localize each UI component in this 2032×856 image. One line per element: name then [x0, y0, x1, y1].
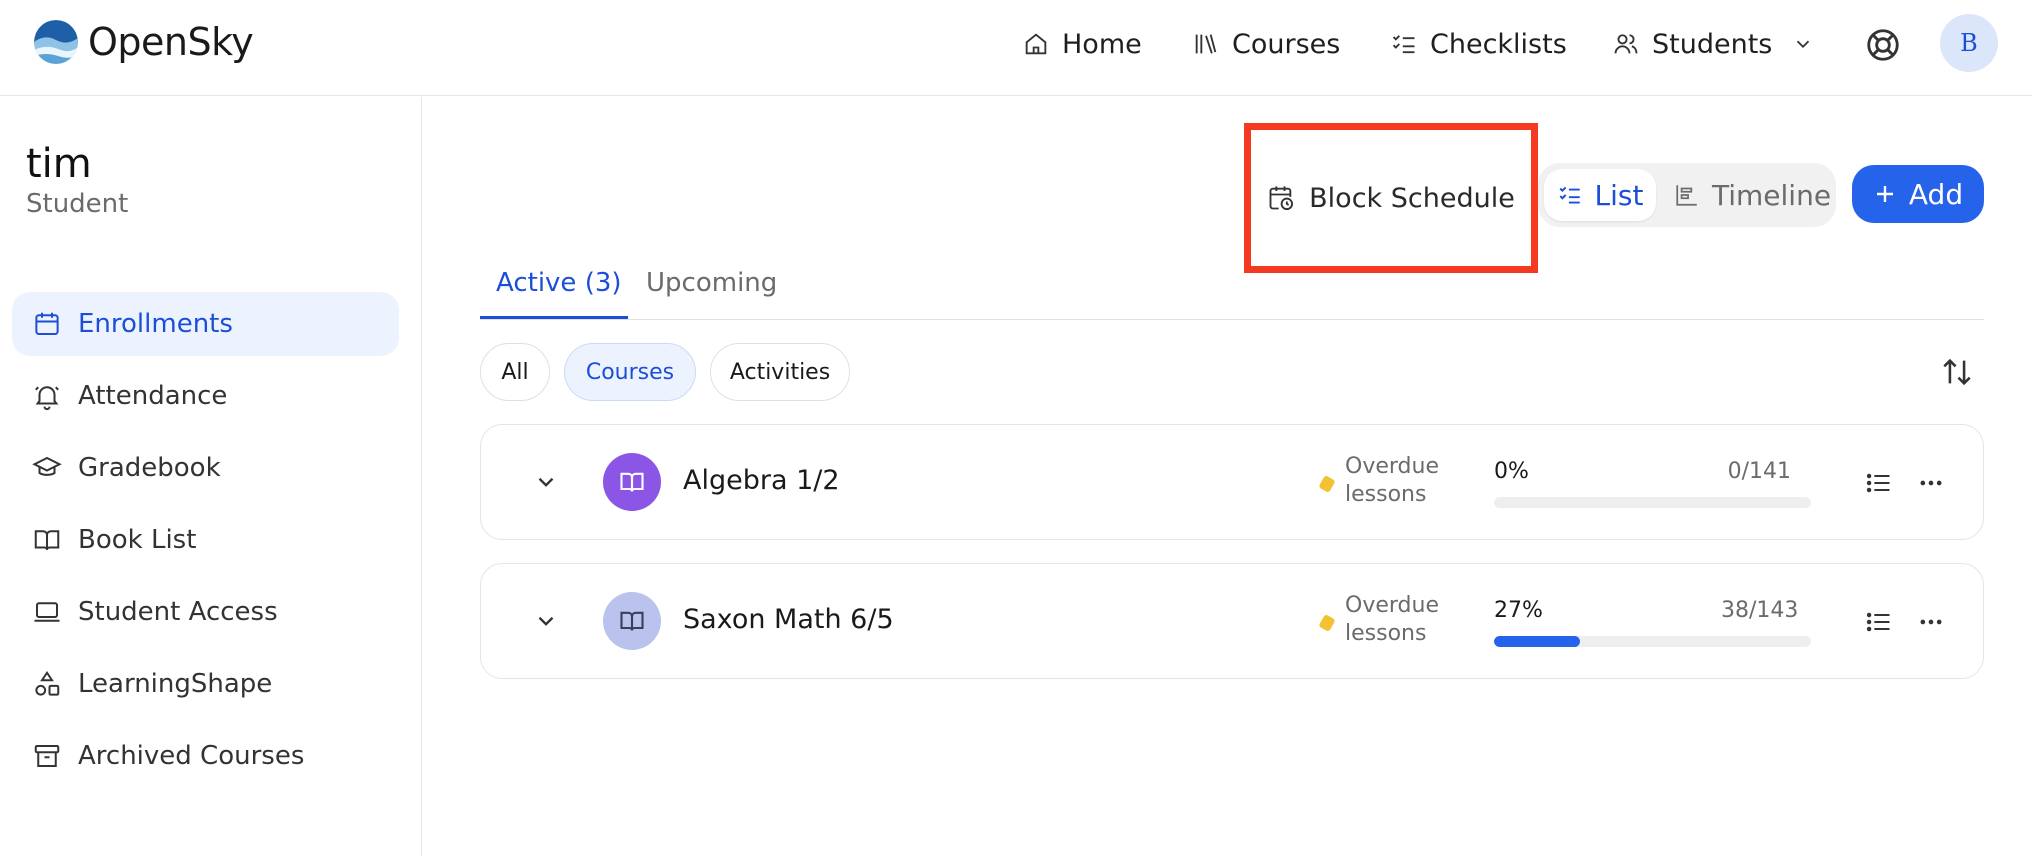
- view-list-button[interactable]: List: [1544, 169, 1656, 221]
- more-options-icon[interactable]: [1917, 469, 1945, 497]
- course-card[interactable]: Saxon Math 6/5 Overdue lessons 27% 38/14…: [480, 563, 1984, 679]
- progress-percent: 0%: [1494, 459, 1529, 484]
- view-list-label: List: [1594, 178, 1644, 212]
- open-book-icon: [34, 530, 60, 551]
- checklist-icon: [1392, 35, 1415, 54]
- checklist-icon: [1559, 186, 1580, 204]
- user-avatar[interactable]: B: [1940, 14, 1998, 72]
- progress-bar: [1494, 497, 1811, 508]
- course-title[interactable]: Saxon Math 6/5: [683, 604, 894, 635]
- list-icon[interactable]: [1865, 469, 1893, 497]
- progress-bar-fill: [1494, 636, 1580, 647]
- nav-courses-label: Courses: [1232, 28, 1341, 60]
- status-line: Overdue: [1345, 454, 1439, 479]
- sidebar-item-label: Book List: [78, 525, 197, 555]
- archive-icon: [34, 745, 60, 767]
- help-lifebuoy-icon[interactable]: [1864, 26, 1902, 64]
- tab-upcoming[interactable]: Upcoming: [646, 268, 777, 298]
- logo[interactable]: OpenSky: [34, 20, 254, 64]
- course-avatar: [603, 453, 661, 511]
- more-options-icon[interactable]: [1917, 608, 1945, 636]
- overdue-indicator-icon: [1318, 474, 1336, 494]
- sidebar-item-label: Attendance: [78, 381, 228, 411]
- course-status: Overdue lessons: [1345, 592, 1485, 648]
- sidebar-item-label: LearningShape: [78, 669, 273, 699]
- nav-students-label: Students: [1652, 28, 1773, 60]
- books-icon: [1195, 34, 1217, 54]
- block-schedule-label: Block Schedule: [1309, 182, 1515, 214]
- sidebar-item-book-list[interactable]: Book List: [12, 508, 399, 572]
- bell-icon: [35, 386, 59, 411]
- sidebar-item-label: Gradebook: [78, 453, 221, 483]
- open-book-icon: [620, 611, 644, 631]
- sidebar-item-label: Student Access: [78, 597, 278, 627]
- student-role: Student: [26, 189, 129, 219]
- filter-activities-chip[interactable]: Activities: [710, 343, 850, 401]
- calendar-clock-icon: [1269, 186, 1294, 211]
- nav-students-dropdown[interactable]: Students: [1612, 22, 1814, 66]
- sidebar-item-label: Enrollments: [78, 309, 233, 339]
- view-timeline-button[interactable]: Timeline: [1674, 169, 1831, 221]
- chevron-down-icon: [1797, 40, 1810, 49]
- status-line: lessons: [1345, 621, 1427, 646]
- sidebar: tim Student Enrollments Attendance Grade…: [0, 97, 422, 856]
- sidebar-item-label: Archived Courses: [78, 741, 305, 771]
- nav-checklists-label: Checklists: [1430, 28, 1567, 60]
- overdue-indicator-icon: [1318, 613, 1336, 633]
- sidebar-item-archived-courses[interactable]: Archived Courses: [12, 724, 399, 788]
- active-tab-underline: [480, 316, 628, 319]
- course-avatar: [603, 592, 661, 650]
- sidebar-item-learningshape[interactable]: LearningShape: [12, 652, 399, 716]
- list-icon[interactable]: [1865, 608, 1893, 636]
- users-icon: [1614, 34, 1638, 54]
- chevron-down-icon[interactable]: [533, 469, 559, 495]
- nav-home-label: Home: [1062, 28, 1142, 60]
- opensky-logo-icon: [34, 20, 78, 64]
- nav-checklists[interactable]: Checklists: [1390, 22, 1567, 66]
- laptop-icon: [34, 602, 60, 622]
- timeline-chart-icon: [1676, 185, 1697, 206]
- lesson-count: 38/143: [1721, 598, 1799, 623]
- progress-percent: 27%: [1494, 598, 1543, 623]
- tab-active[interactable]: Active (3): [496, 268, 622, 298]
- status-line: Overdue: [1345, 593, 1439, 618]
- course-title[interactable]: Algebra 1/2: [683, 465, 840, 496]
- view-timeline-label: Timeline: [1712, 178, 1832, 212]
- filter-all-chip[interactable]: All: [480, 343, 550, 401]
- enrollment-tabs: Active (3) Upcoming: [480, 246, 1984, 320]
- course-status: Overdue lessons: [1345, 453, 1485, 509]
- student-name: tim: [26, 141, 92, 187]
- shapes-icon: [35, 670, 60, 696]
- sort-icon[interactable]: [1940, 355, 1974, 389]
- open-book-icon: [620, 472, 644, 492]
- top-navigation-bar: OpenSky Home Courses Checklists Students…: [0, 0, 2032, 96]
- add-label: Add: [1908, 177, 1964, 211]
- add-button[interactable]: Add: [1852, 165, 1984, 223]
- home-icon: [1025, 33, 1047, 55]
- nav-courses[interactable]: Courses: [1192, 22, 1340, 66]
- sidebar-item-enrollments[interactable]: Enrollments: [12, 292, 399, 356]
- graduation-cap-icon: [32, 456, 62, 476]
- progress-bar: [1494, 636, 1811, 647]
- course-card[interactable]: Algebra 1/2 Overdue lessons 0% 0/141: [480, 424, 1984, 540]
- chevron-down-icon[interactable]: [533, 608, 559, 634]
- app-name: OpenSky: [88, 20, 254, 64]
- lesson-count: 0/141: [1727, 459, 1791, 484]
- nav-home[interactable]: Home: [1022, 22, 1142, 66]
- view-toggle: List Timeline: [1538, 163, 1836, 227]
- plus-icon: [1876, 186, 1893, 202]
- sidebar-item-attendance[interactable]: Attendance: [12, 364, 399, 428]
- sidebar-item-student-access[interactable]: Student Access: [12, 580, 399, 644]
- status-line: lessons: [1345, 482, 1427, 507]
- sidebar-item-gradebook[interactable]: Gradebook: [12, 436, 399, 500]
- filter-courses-chip[interactable]: Courses: [564, 343, 696, 401]
- calendar-icon: [35, 312, 59, 335]
